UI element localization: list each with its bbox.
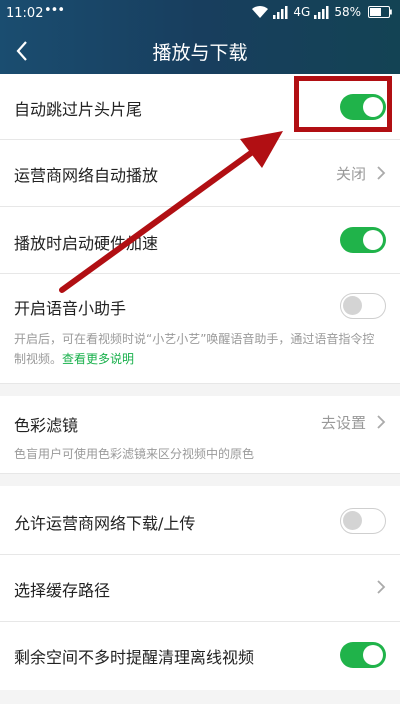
status-bar: 11:02 ••• 4G 58% xyxy=(0,0,400,30)
toggle-knob xyxy=(343,511,362,530)
title-bar: 播放与下载 xyxy=(0,30,400,74)
setting-label: 色彩滤镜 xyxy=(14,416,79,435)
setting-row-voice-assistant[interactable]: 开启语音小助手 开启后，可在看视频时说“小艺小艺”唤醒语音助手，通过语音指令控制… xyxy=(0,274,400,384)
battery-percent: 58% xyxy=(334,5,361,19)
carrier-download-toggle[interactable] xyxy=(340,508,386,534)
setting-value: 关闭 xyxy=(335,165,366,183)
setting-row-color-filter[interactable]: 色彩滤镜 去设置 色盲用户可使用色彩滤镜来区分视频中的原色 xyxy=(0,396,400,474)
status-icons: 4G 58% xyxy=(251,5,392,19)
setting-label: 允许运营商网络下载/上传 xyxy=(14,514,196,533)
notification-dots: ••• xyxy=(44,3,65,18)
toggle-knob xyxy=(343,296,362,315)
signal-icon xyxy=(273,5,289,19)
app-header: 11:02 ••• 4G 58% 播放与下载 xyxy=(0,0,400,74)
hardware-accel-toggle[interactable] xyxy=(340,227,386,253)
wifi-icon xyxy=(251,5,269,19)
voice-assistant-toggle[interactable] xyxy=(340,293,386,319)
more-info-link[interactable]: 查看更多说明 xyxy=(62,352,134,366)
chevron-right-icon xyxy=(374,414,388,430)
low-space-reminder-toggle[interactable] xyxy=(340,642,386,668)
section-spacer xyxy=(0,384,400,396)
setting-label: 开启语音小助手 xyxy=(14,299,127,318)
setting-row-carrier-autoplay[interactable]: 运营商网络自动播放 关闭 xyxy=(0,140,400,207)
settings-list: 自动跳过片头片尾 运营商网络自动播放 关闭 播放时启动硬件加速 开启语音小助手 … xyxy=(0,74,400,690)
chevron-right-icon xyxy=(374,579,388,595)
setting-row-carrier-download[interactable]: 允许运营商网络下载/上传 xyxy=(0,486,400,555)
toggle-knob xyxy=(363,230,383,250)
chevron-right-icon xyxy=(374,165,388,181)
annotation-highlight-box xyxy=(294,76,392,132)
setting-value: 去设置 xyxy=(320,414,366,432)
setting-label: 选择缓存路径 xyxy=(14,581,111,600)
setting-label: 播放时启动硬件加速 xyxy=(14,234,159,253)
battery-icon xyxy=(368,6,392,18)
signal-icon-2 xyxy=(314,5,330,19)
setting-description: 开启后，可在看视频时说“小艺小艺”唤醒语音助手，通过语音指令控制视频。查看更多说… xyxy=(14,329,386,369)
setting-row-low-space-reminder[interactable]: 剩余空间不多时提醒清理离线视频 xyxy=(0,622,400,690)
page-title: 播放与下载 xyxy=(152,42,248,64)
network-type: 4G xyxy=(293,5,311,19)
toggle-knob xyxy=(363,645,383,665)
setting-description: 色盲用户可使用色彩滤镜来区分视频中的原色 xyxy=(14,447,255,461)
status-time: 11:02 xyxy=(6,6,44,21)
setting-label: 自动跳过片头片尾 xyxy=(14,100,143,119)
setting-row-hardware-accel[interactable]: 播放时启动硬件加速 xyxy=(0,207,400,274)
setting-label: 剩余空间不多时提醒清理离线视频 xyxy=(14,648,255,667)
section-spacer xyxy=(0,474,400,486)
setting-label: 运营商网络自动播放 xyxy=(14,166,159,185)
setting-row-cache-path[interactable]: 选择缓存路径 xyxy=(0,555,400,622)
